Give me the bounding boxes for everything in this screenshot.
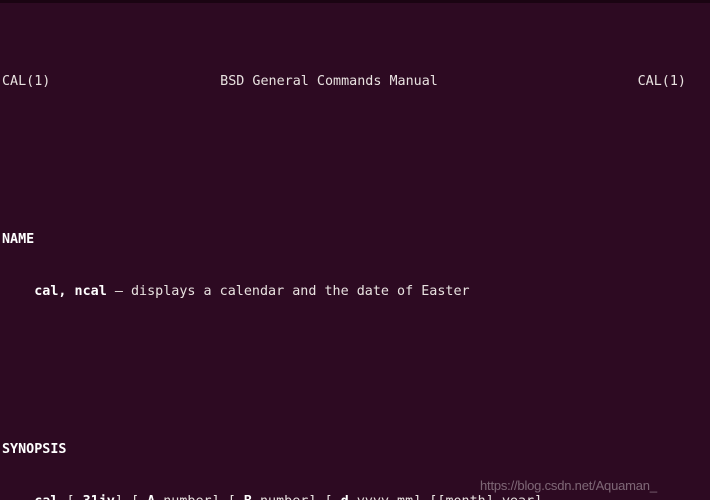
bold-token: -31jy — [75, 494, 115, 500]
text-run: ] — [486, 494, 502, 500]
terminal-window[interactable]: CAL(1) BSD General Commands Manual CAL(1… — [0, 0, 710, 500]
man-header-center: BSD General Commands Manual — [220, 74, 438, 89]
underlined-arg: number — [163, 494, 211, 500]
name-commands: cal, ncal — [34, 284, 107, 299]
underlined-arg: number — [260, 494, 308, 500]
section-heading-synopsis: SYNOPSIS — [2, 441, 67, 457]
underlined-arg: year — [502, 494, 534, 500]
bold-token: -d — [333, 494, 349, 500]
underlined-arg: month — [445, 494, 485, 500]
name-entry: cal, ncal — displays a calendar and the … — [0, 283, 710, 301]
text-run: [ — [58, 494, 74, 500]
name-dash: — — [106, 284, 131, 299]
underlined-arg: yyyy-mm — [357, 494, 413, 500]
bold-token: -B — [236, 494, 252, 500]
name-summary: displays a calendar and the date of East… — [131, 284, 470, 299]
synopsis-line: cal [-31jy] [-A number] [-B number] [-d … — [0, 493, 710, 500]
man-page-content: CAL(1) BSD General Commands Manual CAL(1… — [0, 3, 710, 500]
text-run: ] [[ — [413, 494, 445, 500]
bold-token: -A — [139, 494, 155, 500]
text-run: ] [ — [115, 494, 139, 500]
section-heading-name: NAME — [2, 231, 35, 247]
man-header-left: CAL(1) — [2, 74, 51, 89]
text-run: ] — [534, 494, 542, 500]
text-run: ] [ — [212, 494, 236, 500]
man-header-right: CAL(1) — [637, 74, 686, 89]
text-run — [349, 494, 357, 500]
text-run — [252, 494, 260, 500]
man-header: CAL(1) BSD General Commands Manual CAL(1… — [0, 73, 710, 91]
text-run: ] [ — [308, 494, 332, 500]
bold-token: cal — [34, 494, 58, 500]
synopsis-block: cal [-31jy] [-A number] [-B number] [-d … — [0, 493, 710, 500]
